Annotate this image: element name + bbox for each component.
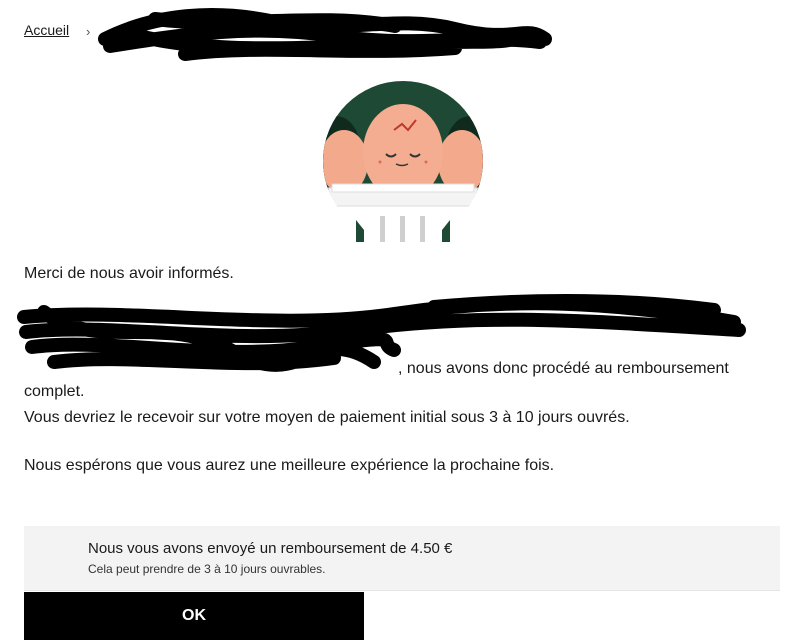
breadcrumb-home-link[interactable]: Accueil [24,22,69,38]
sad-egg-illustration [323,81,483,242]
message-refund-delay: Vous devriez le recevoir sur votre moyen… [24,409,630,426]
redaction-mark-body [17,294,746,372]
ok-button[interactable]: OK [24,592,364,640]
message-redacted-line-tail: complet. [24,383,85,400]
message-closing: Nous espérons que vous aurez une meilleu… [24,457,555,474]
message-intro: Merci de nous avoir informés. [24,265,234,282]
refund-banner-title: Nous vous avons envoyé un remboursement … [88,540,453,557]
refund-banner: Nous vous avons envoyé un remboursement … [24,526,780,591]
refund-banner-subtitle: Cela peut prendre de 3 à 10 jours ouvrab… [88,562,326,576]
breadcrumb-separator-icon: › [86,24,91,39]
redaction-mark-breadcrumb [98,8,552,61]
